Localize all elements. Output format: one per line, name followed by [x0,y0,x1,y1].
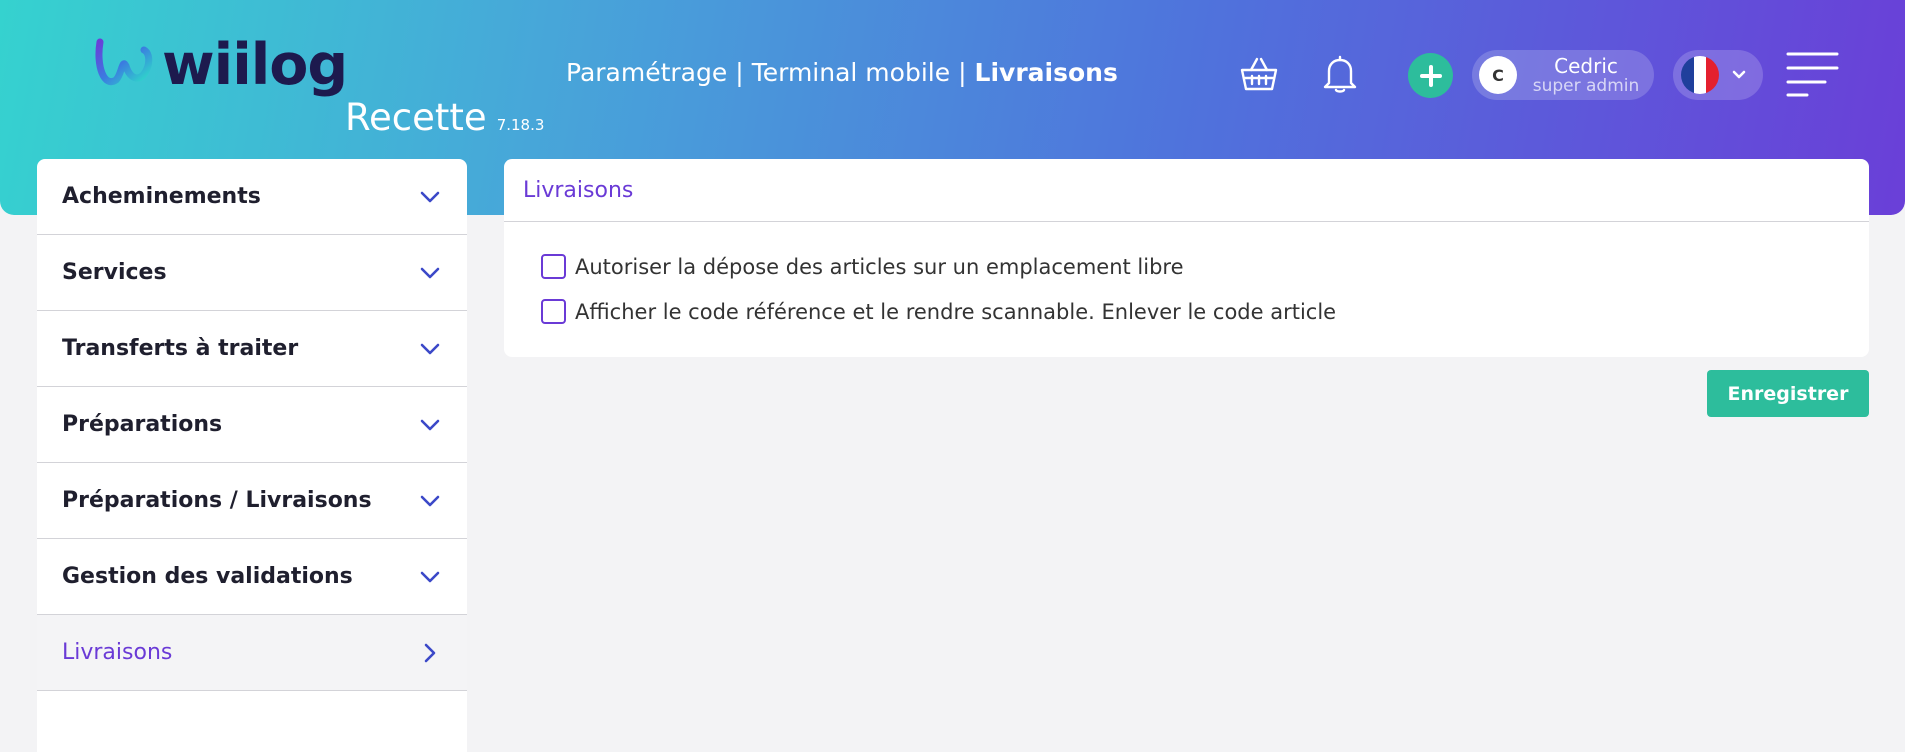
chevron-down-icon [418,571,442,583]
sidebar-item-label: Acheminements [62,184,261,209]
logo-wordmark: wiilog [162,31,348,98]
quick-add-button[interactable] [1408,53,1453,98]
chevron-down-icon [1732,70,1746,80]
sidebar-item-gestion-validations[interactable]: Gestion des validations [37,539,467,615]
environment-name: Recette [345,96,487,139]
option-label: Afficher le code référence et le rendre … [575,299,1337,324]
sidebar-item-label: Livraisons [62,640,173,665]
sidebar-item-livraisons[interactable]: Livraisons [37,615,467,691]
chevron-down-icon [418,191,442,203]
chevron-down-icon [418,343,442,355]
plus-icon [1419,64,1442,87]
chevron-down-icon [418,495,442,507]
breadcrumb-item-parametrage[interactable]: Paramétrage [566,58,727,87]
livraisons-settings-card: Livraisons Autoriser la dépose des artic… [504,159,1869,357]
breadcrumb-item-terminal-mobile[interactable]: Terminal mobile [752,58,950,87]
card-title: Livraisons [523,177,634,203]
sidebar-item-transferts[interactable]: Transferts à traiter [37,311,467,387]
fr-flag-icon [1681,56,1719,94]
user-menu[interactable]: C Cedric super admin [1472,50,1654,100]
user-role: super admin [1532,75,1640,96]
option-scannable-reference[interactable]: Afficher le code référence et le rendre … [541,289,1869,334]
language-selector[interactable] [1673,50,1763,100]
save-button[interactable]: Enregistrer [1707,370,1869,417]
sidebar-item-label: Préparations / Livraisons [62,488,372,513]
breadcrumb-separator: | [958,58,967,87]
scannable-reference-checkbox[interactable] [541,299,566,324]
settings-sidebar: Acheminements Services Transferts à trai… [37,159,467,752]
option-free-location-drop[interactable]: Autoriser la dépose des articles sur un … [541,244,1869,289]
sidebar-item-preparations-livraisons[interactable]: Préparations / Livraisons [37,463,467,539]
avatar: C [1479,56,1517,94]
basket-icon[interactable] [1237,52,1281,96]
environment-label: Recette 7.18.3 [345,96,544,139]
chevron-down-icon [418,267,442,279]
option-label: Autoriser la dépose des articles sur un … [575,254,1184,279]
sidebar-item-acheminements[interactable]: Acheminements [37,159,467,235]
chevron-down-icon [418,419,442,431]
sidebar-item-label: Gestion des validations [62,564,353,589]
wiilog-logo[interactable]: wiilog [92,31,348,98]
user-name: Cedric [1554,53,1618,78]
app-version: 7.18.3 [496,116,545,134]
breadcrumb-current: Livraisons [974,58,1118,87]
breadcrumb-separator: | [735,58,744,87]
sidebar-item-services[interactable]: Services [37,235,467,311]
sidebar-item-label: Transferts à traiter [62,336,299,361]
options-list: Autoriser la dépose des articles sur un … [504,222,1869,334]
menu-icon[interactable] [1785,50,1840,98]
chevron-right-icon [418,643,442,663]
card-header: Livraisons [504,159,1869,222]
sidebar-item-preparations[interactable]: Préparations [37,387,467,463]
breadcrumb: Paramétrage | Terminal mobile | Livraisons [566,58,1118,87]
bell-icon[interactable] [1318,52,1362,96]
sidebar-item-label: Services [62,260,167,285]
free-location-checkbox[interactable] [541,254,566,279]
wiilog-logo-icon [95,38,153,86]
sidebar-item-label: Préparations [62,412,223,437]
